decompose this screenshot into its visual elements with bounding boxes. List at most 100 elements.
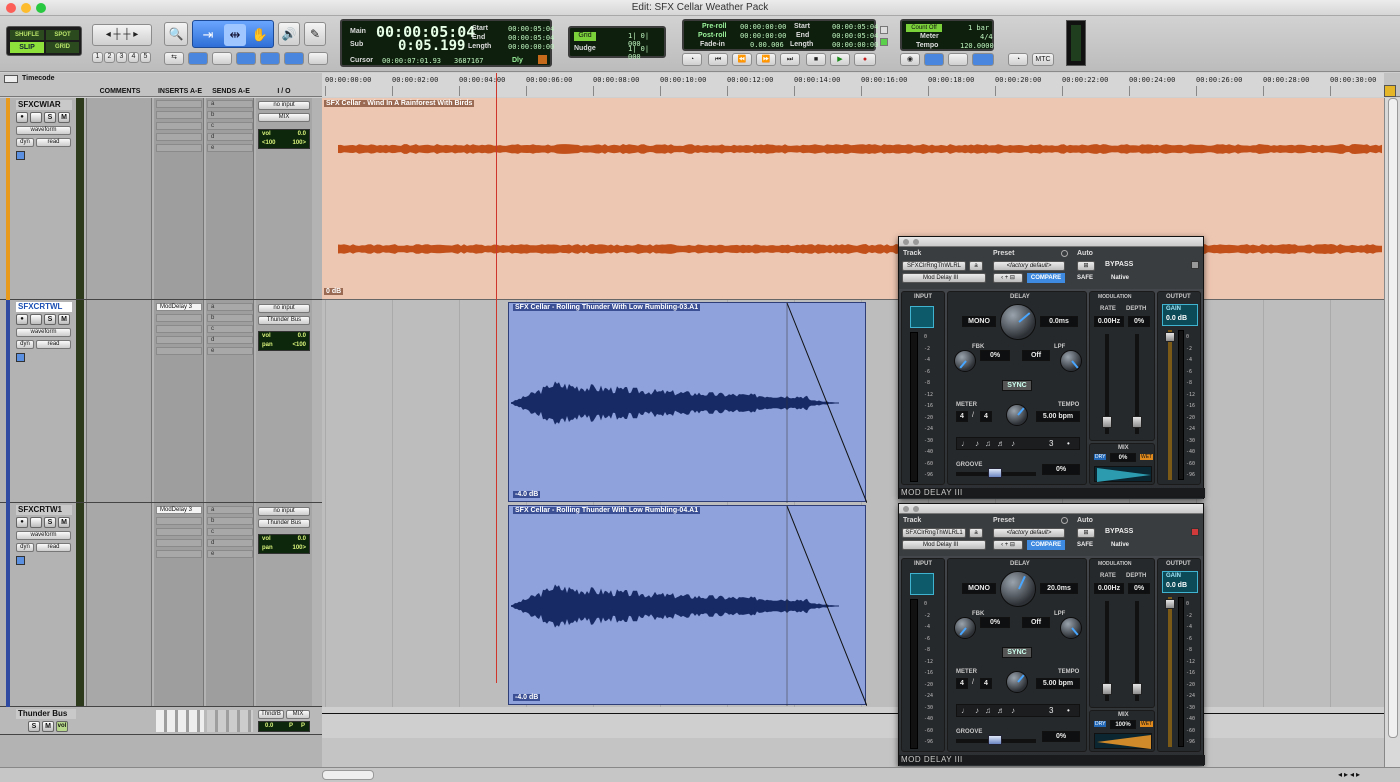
playlist-selector[interactable]: dyn [16, 543, 34, 552]
insert-slot-c[interactable] [156, 325, 202, 333]
volume-value[interactable]: 0.0 [265, 723, 273, 729]
volume-value[interactable]: 0.0 [298, 333, 306, 339]
note-value-buttons[interactable]: ♩♪♫♬♪ 3 • [956, 437, 1080, 450]
preset-settings-icon[interactable] [1061, 250, 1068, 257]
keyboard-focus-button[interactable] [308, 52, 328, 65]
clip-gain[interactable]: 0 dB [324, 288, 344, 295]
plugin-close-icon[interactable] [903, 506, 909, 512]
stop-icon[interactable]: ■ [806, 53, 826, 66]
volume-mode-button[interactable]: vol [56, 721, 68, 732]
track-name[interactable]: SFXCRTWL [16, 302, 72, 312]
ruler-view-menu-icon[interactable] [4, 75, 18, 83]
playhead-cursor[interactable] [496, 73, 497, 683]
rate-fader[interactable] [1102, 683, 1112, 695]
playlist-selector[interactable]: dyn [16, 138, 34, 147]
send-slot-a[interactable]: a [207, 100, 253, 108]
insert-slot-a[interactable]: ModDelay 3 [156, 303, 202, 311]
automation-mode-selector[interactable]: read [36, 340, 71, 349]
track-timebase-icon[interactable] [16, 353, 25, 362]
lpf-knob[interactable] [1060, 350, 1082, 372]
send-slot-d[interactable]: d [207, 336, 253, 344]
bypass-button[interactable]: BYPASS [1105, 261, 1133, 268]
plugin-minimize-icon[interactable] [913, 506, 919, 512]
send-slot-c[interactable]: c [207, 528, 253, 536]
insert-slot-c[interactable] [156, 528, 202, 536]
zoom-preset-4[interactable]: 4 [128, 52, 139, 63]
plugin-title-bar[interactable] [899, 237, 1203, 247]
meter-numerator[interactable]: 4 [956, 678, 968, 689]
output-selector[interactable]: Thunder Bus [258, 519, 310, 528]
auto-button-icon[interactable]: ⊞ [1077, 528, 1095, 538]
send-slot-b[interactable]: b [207, 314, 253, 322]
bus-insert-slots[interactable] [156, 710, 204, 732]
preset-selector[interactable]: <factory default> [993, 261, 1065, 271]
plugin-focus-icon[interactable] [1191, 261, 1199, 269]
fadein-label[interactable]: Fade-in [700, 41, 725, 48]
meter-value[interactable]: 4/4 [980, 33, 993, 41]
zoom-preset-2[interactable]: 2 [104, 52, 115, 63]
mute-button[interactable]: M [58, 112, 70, 123]
tempo-value[interactable]: 5.00 bpm [1036, 678, 1080, 689]
volume-pan-display[interactable]: vol 0.0 pan <100 [258, 331, 310, 351]
groove-slider-handle[interactable] [988, 468, 1002, 478]
send-slot-e[interactable]: e [207, 347, 253, 355]
insert-slot-c[interactable] [156, 122, 202, 130]
feedback-knob[interactable] [954, 617, 976, 639]
send-slot-b[interactable]: b [207, 517, 253, 525]
sync-button[interactable]: SYNC [1002, 380, 1032, 391]
transport-start-value[interactable]: 00:00:05:04 [832, 23, 878, 31]
scrubber-speaker-icon[interactable]: 🔊 [278, 22, 300, 46]
plugin-close-icon[interactable] [903, 239, 909, 245]
trim-tool-icon[interactable]: ⇥ [199, 26, 217, 44]
depth-fader[interactable] [1132, 416, 1142, 428]
zoom-preset-5[interactable]: 5 [140, 52, 151, 63]
groove-slider-handle[interactable] [988, 735, 1002, 745]
counter-start-value[interactable]: 00:00:05:04 [508, 25, 554, 33]
playlist-selector[interactable]: dyn [16, 340, 34, 349]
preroll-value[interactable]: 00:00:00:00 [740, 23, 786, 31]
loop-indicator[interactable] [880, 38, 888, 46]
postroll-value[interactable]: 00:00:00:00 [740, 32, 786, 40]
insert-slot-b[interactable] [156, 111, 202, 119]
volume-value[interactable]: 0.0 [298, 536, 306, 542]
clip-rolling-thunder-04[interactable]: SFX Cellar - Rolling Thunder With Low Ru… [508, 505, 867, 706]
groove-value[interactable]: 0% [1042, 464, 1080, 475]
input-selector[interactable]: no input [258, 101, 310, 110]
insert-slot-e[interactable] [156, 144, 202, 152]
send-slot-a[interactable]: a [207, 303, 253, 311]
track-name[interactable]: SFXCWIAR [16, 100, 72, 110]
play-icon[interactable]: ▶ [830, 53, 850, 66]
timecode-ruler[interactable]: 00:00:00:00 00:00:02:00 00:00:04:00 00:00:0… [322, 73, 1384, 97]
send-slot-a[interactable]: a [207, 506, 253, 514]
output-selector[interactable]: MIX [258, 113, 310, 122]
volume-value[interactable]: 0.0 [298, 131, 306, 137]
note-value-buttons[interactable]: ♩♪♫♬♪ 3 • [956, 704, 1080, 717]
dly-label[interactable]: Dly [512, 57, 523, 64]
mute-button[interactable]: M [58, 517, 70, 528]
groove-slider[interactable] [956, 735, 1036, 745]
triplet-button[interactable]: 3 [1049, 439, 1053, 448]
grid-mode-button[interactable]: GRID [46, 42, 79, 53]
plugin-selector[interactable]: Mod Delay III [902, 273, 986, 283]
record-icon[interactable]: ● [854, 53, 876, 66]
shuffle-mode-button[interactable]: SHUFLE [10, 30, 44, 40]
pencil-tool-icon[interactable]: ✎ [304, 22, 326, 46]
input-selector[interactable]: no input [258, 507, 310, 516]
depth-fader[interactable] [1132, 683, 1142, 695]
edit-window[interactable]: SFX Cellar - Wind In A Rainforest With B… [322, 73, 1384, 714]
delay-time-value[interactable]: 0.0ms [1040, 316, 1078, 327]
auto-button-icon[interactable]: ⊞ [1077, 261, 1095, 271]
lpf-value[interactable]: Off [1022, 350, 1050, 361]
solo-button[interactable]: S [28, 721, 40, 732]
preset-nav-buttons[interactable]: ‹ + ⊟ [993, 540, 1023, 550]
horizontal-scroll-thumb[interactable] [322, 770, 374, 780]
tab-to-transient-button[interactable]: ⇆ [164, 52, 184, 65]
clip-rolling-thunder-03[interactable]: SFX Cellar - Rolling Thunder With Low Ru… [508, 302, 867, 503]
sync-icon[interactable]: ◔ [1008, 53, 1028, 66]
mix-slider[interactable] [1094, 466, 1152, 482]
solo-button[interactable]: S [44, 314, 56, 325]
count-off-value[interactable]: 1 bar [968, 24, 989, 32]
delay-time-value[interactable]: 20.0ms [1040, 583, 1078, 594]
volume-pan-display[interactable]: vol 0.0 pan 100> [258, 534, 310, 554]
mute-button[interactable]: M [42, 721, 54, 732]
